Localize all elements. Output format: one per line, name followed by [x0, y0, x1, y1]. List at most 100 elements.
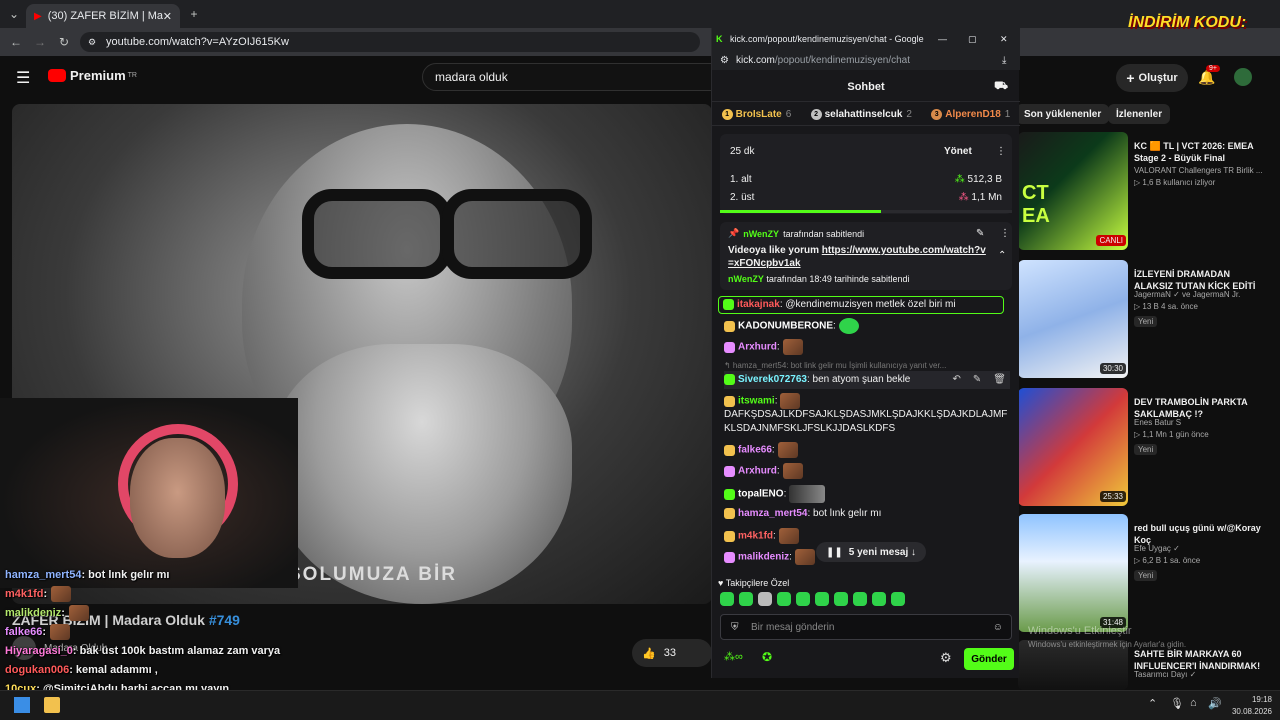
quick-emote-icon[interactable]	[739, 592, 753, 606]
chat-message[interactable]: topalENO:	[724, 485, 1010, 503]
address-bar[interactable]: ⚙ youtube.com/watch?v=AYzOIJ615Kw	[80, 32, 700, 52]
kick-points-icon[interactable]: ⁂∞	[724, 650, 743, 663]
back-icon[interactable]: ←	[6, 32, 26, 52]
like-button[interactable]: 👍 33	[632, 639, 712, 667]
recommendation-channel[interactable]: Efe Uygaç ✓	[1134, 544, 1180, 553]
quick-emote-icon[interactable]	[872, 592, 886, 606]
reply-icon[interactable]: ↶	[953, 374, 961, 385]
send-button[interactable]: Gönder	[964, 648, 1014, 670]
recommendation-channel[interactable]: Enes Batur S	[1134, 418, 1181, 427]
leaderboard-entry[interactable]: 2 selahattinselcuk 2	[810, 109, 912, 120]
recommendation-title[interactable]: red bull uçuş günü w/@Koray Koç	[1134, 522, 1268, 546]
file-explorer-icon[interactable]	[44, 697, 60, 713]
pin-icon[interactable]: ✎	[973, 374, 981, 385]
browser-tab-youtube[interactable]: ▶ (30) ZAFER BİZİM | Madara Old ✕	[26, 4, 180, 28]
recommendation-thumbnail[interactable]: CT EA CANLI	[1018, 132, 1128, 250]
chat-message[interactable]: Siverek072763: ben atyom şuan bekle ↶ ✎ 🗑	[724, 371, 1010, 389]
start-icon[interactable]	[14, 697, 30, 713]
chip-recent[interactable]: Son yüklenenler	[1016, 104, 1110, 124]
chat-username[interactable]: falke66	[738, 445, 772, 456]
create-button[interactable]: + Oluştur	[1116, 64, 1188, 92]
tray-chevron-icon[interactable]: ⌃	[1148, 697, 1157, 710]
maximize-icon[interactable]: ▢	[968, 34, 977, 45]
chat-message-text[interactable]: DAFKŞDSAJLKDFSAJKLŞDASJMKLŞDAJKKLŞDAJKDL…	[724, 408, 1010, 436]
microphone-icon[interactable]: 🎙	[1170, 697, 1184, 710]
chat-username[interactable]: Arxhurd	[738, 342, 777, 353]
chat-message[interactable]: hamza_mert54: bot lınk gelır mı	[724, 507, 1010, 521]
quick-emote-icon[interactable]	[796, 592, 810, 606]
close-tab-icon[interactable]: ✕	[163, 10, 172, 23]
chat-message[interactable]: itakajnak: @kendinemuzisyen metlek özel …	[718, 296, 1004, 314]
chip-watched[interactable]: İzlenenler	[1108, 104, 1171, 124]
pinned-more-icon[interactable]: ⋮	[1000, 228, 1010, 239]
kick-address-bar[interactable]: ⚙ kick.com/popout/kendinemuzisyen/chat ⤓	[712, 50, 1020, 70]
poll-manage-button[interactable]: Yönet	[944, 146, 972, 157]
site-info-icon[interactable]: ⚙	[88, 37, 96, 48]
settings-gear-icon[interactable]: ⚙	[940, 650, 952, 666]
poll-option-label[interactable]: 2. üst	[730, 192, 754, 203]
leaderboard-entry[interactable]: 1 BroIsLate 6	[721, 109, 791, 120]
gift-icon[interactable]: ⛟	[994, 80, 1008, 94]
more-options-icon[interactable]: ⋮	[996, 146, 1006, 157]
recommendation-item[interactable]: 25:33 DEV TRAMBOLİN PARKTA SAKLAMBAÇ !? …	[1018, 388, 1268, 508]
chat-username[interactable]: itakajnak	[737, 299, 780, 310]
emoji-icon[interactable]: ☺	[993, 622, 1003, 633]
reload-icon[interactable]: ↻	[54, 32, 74, 52]
chat-username[interactable]: Siverek072763	[738, 374, 807, 385]
close-window-icon[interactable]: ✕	[1000, 34, 1008, 45]
forward-icon[interactable]: →	[30, 32, 50, 52]
recommendation-item[interactable]: 30:30 İZLEYENİ DRAMADAN ALAKSIZ TUTAN Kİ…	[1018, 260, 1268, 380]
recommendation-title[interactable]: İZLEYENİ DRAMADAN ALAKSIZ TUTAN KİCK EDİ…	[1134, 268, 1268, 292]
quick-emote-icon[interactable]	[777, 592, 791, 606]
chat-username[interactable]: hamza_mert54	[738, 508, 807, 519]
recommendation-thumbnail[interactable]: 30:30	[1018, 260, 1128, 378]
leaderboard-entry[interactable]: 3 AlperenD18 1	[931, 109, 1010, 120]
quick-emote-icon[interactable]	[853, 592, 867, 606]
quick-emote-icon[interactable]	[891, 592, 905, 606]
youtube-logo[interactable]: Premium TR	[48, 68, 137, 83]
recommendation-channel[interactable]: JagermaN ✓ ve JagermaN Jr.	[1134, 290, 1240, 299]
unpin-icon[interactable]: ✎	[976, 228, 984, 239]
recommendation-channel[interactable]: VALORANT Challengers TR Birlik ...	[1134, 166, 1262, 175]
recommendation-item[interactable]: CT EA CANLI KC 🟧 TL | VCT 2026: EMEA Stag…	[1018, 132, 1268, 252]
chat-message-input[interactable]: ⛨ Bir mesaj gönderin ☺	[720, 614, 1012, 640]
minimize-icon[interactable]: —	[938, 34, 947, 44]
menu-icon[interactable]: ☰	[16, 68, 30, 88]
chat-message[interactable]: Arxhurd:	[724, 463, 1010, 479]
recommendation-item[interactable]: 31:48 red bull uçuş günü w/@Koray Koç Ef…	[1018, 514, 1268, 634]
avatar[interactable]	[1234, 68, 1252, 86]
recommendation-thumbnail[interactable]: 31:48	[1018, 514, 1128, 632]
chat-username[interactable]: itswami	[738, 396, 775, 407]
recommendation-thumbnail[interactable]: 25:33	[1018, 388, 1128, 506]
volume-icon[interactable]: 🔊	[1208, 697, 1222, 710]
poll-option-label[interactable]: 1. alt	[730, 174, 752, 185]
chat-username[interactable]: malikdeniz	[738, 552, 789, 563]
chat-message[interactable]: Arxhurd:	[724, 339, 1010, 355]
network-icon[interactable]: ⌂	[1190, 697, 1197, 709]
recommendation-title[interactable]: DEV TRAMBOLİN PARKTA SAKLAMBAÇ !?	[1134, 396, 1268, 420]
quick-emote-icon[interactable]	[720, 592, 734, 606]
quick-emote-icon[interactable]	[815, 592, 829, 606]
chat-message[interactable]: KADONUMBERONE:	[724, 318, 1010, 334]
kick-logo-icon[interactable]: ✪	[762, 650, 772, 664]
chat-message[interactable]: falke66:	[724, 442, 1010, 458]
pinned-footer-user[interactable]: nWenZY	[728, 274, 764, 284]
quick-emote-icon[interactable]	[834, 592, 848, 606]
recommendation-title[interactable]: KC 🟧 TL | VCT 2026: EMEA Stage 2 - Büyük…	[1134, 140, 1268, 164]
tab-search-icon[interactable]: ⌄	[4, 4, 24, 24]
new-messages-button[interactable]: ❚❚ 5 yeni mesaj ↓	[816, 542, 927, 562]
chat-username[interactable]: KADONUMBERONE	[738, 321, 833, 332]
chat-username[interactable]: topalENO	[738, 489, 784, 500]
quick-emote-icon[interactable]	[758, 592, 772, 606]
chat-username[interactable]: Arxhurd	[738, 466, 777, 477]
pinned-by-user[interactable]: nWenZY	[743, 229, 779, 239]
chat-message[interactable]: itswami:	[724, 393, 1010, 409]
new-tab-icon[interactable]: +	[184, 4, 204, 24]
chevron-up-icon[interactable]: ⌃	[998, 250, 1006, 261]
download-icon[interactable]: ⤓	[1002, 55, 1006, 66]
recommendation-channel[interactable]: Tasarımcı Dayı ✓	[1134, 670, 1196, 679]
site-info-icon[interactable]: ⚙	[720, 55, 729, 66]
chat-username[interactable]: m4k1fd	[738, 531, 773, 542]
system-clock[interactable]: 19:18 30.08.2026	[1232, 694, 1272, 718]
delete-icon[interactable]: 🗑	[993, 374, 1006, 385]
